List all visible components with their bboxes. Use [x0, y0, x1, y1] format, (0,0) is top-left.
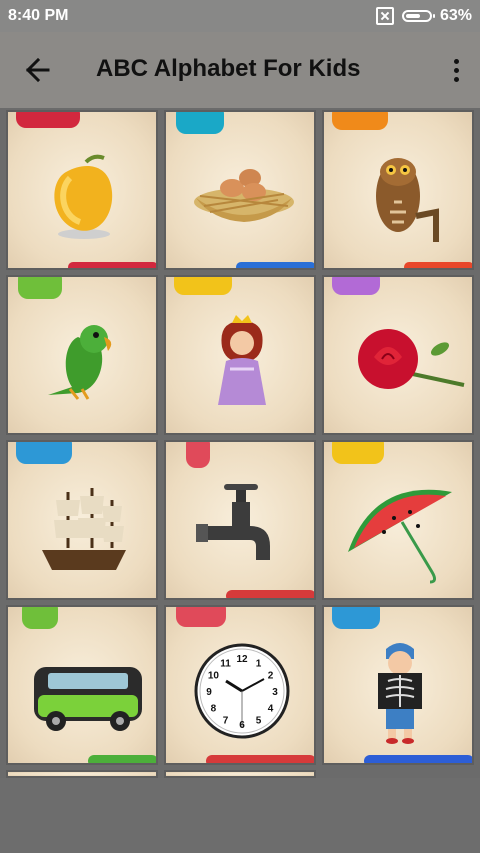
tile-x-ray[interactable]	[322, 605, 474, 765]
clock-numeral: 2	[268, 671, 274, 682]
back-button[interactable]	[16, 52, 56, 88]
ship-icon	[42, 488, 126, 570]
clock-numeral: 4	[268, 704, 274, 715]
clock-numeral: 11	[220, 658, 231, 669]
queen-icon	[218, 315, 266, 405]
clock-numeral: 8	[211, 704, 217, 715]
alphabet-grid: 12 1 2 3 4 5 6 7 8 9 10 11	[0, 108, 480, 778]
tile-umbrella[interactable]	[322, 440, 474, 600]
nest-icon	[194, 169, 294, 222]
tile-partial	[164, 770, 316, 778]
tile-watch[interactable]: 12 1 2 3 4 5 6 7 8 9 10 11	[164, 605, 316, 765]
clock-numeral: 3	[272, 687, 278, 698]
x-ray-icon	[378, 643, 422, 744]
status-time: 8:40 PM	[8, 7, 69, 24]
arrow-left-icon	[25, 57, 50, 83]
van-icon	[34, 667, 142, 731]
parrot-icon	[48, 325, 112, 400]
tap-icon	[196, 484, 270, 560]
tile-nest[interactable]	[164, 110, 316, 270]
clock-icon: 12 12 3 45678 9 1011	[194, 643, 290, 739]
clock-numeral: 7	[223, 716, 229, 727]
battery-icon	[401, 10, 435, 22]
status-icons: 63%	[375, 7, 472, 25]
no-sim-icon	[375, 7, 394, 25]
bottom-area	[0, 778, 480, 853]
mango-icon	[54, 154, 113, 239]
overflow-menu-button[interactable]	[444, 52, 468, 88]
status-bar: 8:40 PM 63%	[0, 0, 480, 32]
more-vert-icon	[453, 58, 459, 64]
tile-rose[interactable]	[322, 275, 474, 435]
battery-percent: 63%	[439, 7, 472, 24]
clock-numeral: 12	[236, 654, 248, 665]
tile-owl[interactable]	[322, 110, 474, 270]
owl-icon	[376, 158, 439, 242]
tile-partial	[6, 770, 158, 778]
clock-numeral: 5	[256, 716, 262, 727]
tile-queen[interactable]	[164, 275, 316, 435]
tile-ship[interactable]	[6, 440, 158, 600]
tile-parrot[interactable]	[6, 275, 158, 435]
app-toolbar: ABC Alphabet For Kids	[0, 32, 480, 108]
rose-icon	[358, 329, 465, 389]
tile-mango[interactable]	[6, 110, 158, 270]
clock-numeral: 1	[256, 658, 262, 669]
tile-van[interactable]	[6, 605, 158, 765]
page-title: ABC Alphabet For Kids	[96, 55, 361, 82]
clock-numeral: 10	[208, 671, 220, 682]
tile-tap[interactable]	[164, 440, 316, 600]
umbrella-icon	[348, 489, 452, 584]
clock-numeral: 6	[239, 720, 245, 731]
clock-numeral: 9	[206, 687, 212, 698]
